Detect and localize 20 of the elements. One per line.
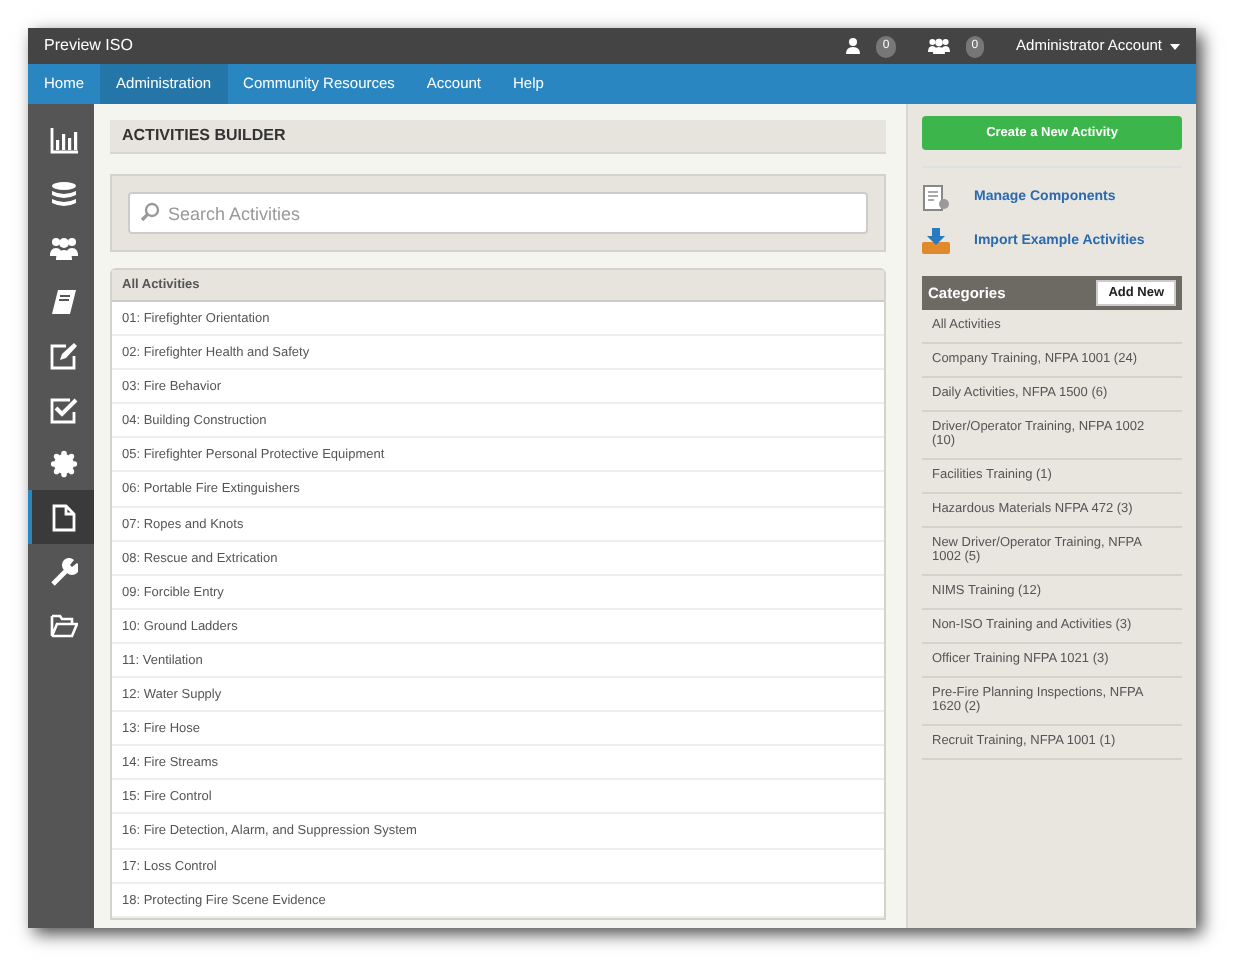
user-icon[interactable] [846, 38, 861, 54]
page-title: ACTIVITIES BUILDER [122, 124, 286, 148]
database-icon [49, 179, 77, 207]
app-title: Preview ISO [44, 34, 133, 58]
edit-icon [49, 341, 77, 369]
sidebar-item[interactable] [28, 490, 94, 544]
download-icon [922, 228, 950, 256]
gear-icon [49, 449, 77, 477]
users-icon[interactable] [927, 38, 950, 54]
search-field[interactable]: Search Activities [128, 192, 868, 234]
folder-icon [49, 611, 77, 639]
caret-icon [1170, 43, 1180, 49]
search-icon [140, 202, 160, 222]
file-icon [49, 503, 77, 531]
components-icon [922, 184, 950, 212]
checkbox-icon [49, 395, 77, 423]
chart-icon [49, 125, 77, 153]
book-icon [49, 287, 77, 315]
users-icon [49, 233, 77, 261]
wrench-icon [49, 557, 77, 585]
